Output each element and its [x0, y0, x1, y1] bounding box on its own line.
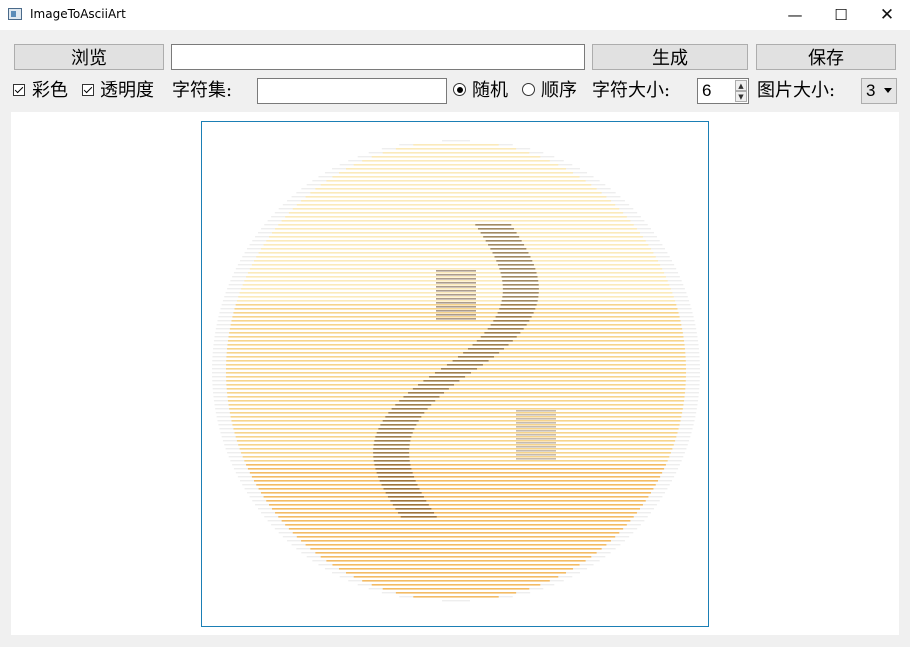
image-size-value: 3: [866, 81, 876, 100]
output-canvas: [11, 112, 899, 635]
chevron-down-icon: [884, 88, 892, 93]
char-size-value: 6: [702, 81, 712, 100]
random-label: 随机: [472, 80, 508, 101]
minimize-button[interactable]: —: [772, 0, 818, 30]
ascii-art-preview: [201, 121, 709, 627]
random-radio[interactable]: [453, 83, 466, 96]
sequential-label: 顺序: [541, 80, 577, 101]
color-checkbox[interactable]: [13, 84, 25, 96]
title-bar: ImageToAsciiArt — ☐ ✕: [0, 0, 910, 30]
close-button[interactable]: ✕: [864, 0, 910, 30]
sequential-radio[interactable]: [522, 83, 535, 96]
app-icon: [8, 8, 22, 20]
maximize-button[interactable]: ☐: [818, 0, 864, 30]
ascii-art-image: [212, 140, 700, 602]
char-size-label: 字符大小:: [592, 80, 671, 101]
window-title: ImageToAsciiArt: [30, 7, 126, 21]
save-button[interactable]: 保存: [756, 44, 896, 70]
transparency-label: 透明度: [100, 80, 154, 101]
charset-label: 字符集:: [172, 80, 233, 101]
spin-up-icon[interactable]: ▲: [735, 80, 747, 91]
image-size-label: 图片大小:: [757, 80, 836, 101]
browse-button[interactable]: 浏览: [14, 44, 164, 70]
transparency-checkbox[interactable]: [82, 84, 94, 96]
color-label: 彩色: [32, 80, 68, 101]
image-size-dropdown[interactable]: 3: [861, 78, 897, 104]
generate-button[interactable]: 生成: [592, 44, 748, 70]
char-size-spinbox[interactable]: 6 ▲ ▼: [697, 78, 749, 104]
charset-input[interactable]: [257, 78, 447, 104]
spin-down-icon[interactable]: ▼: [735, 91, 747, 102]
file-path-input[interactable]: [171, 44, 585, 70]
